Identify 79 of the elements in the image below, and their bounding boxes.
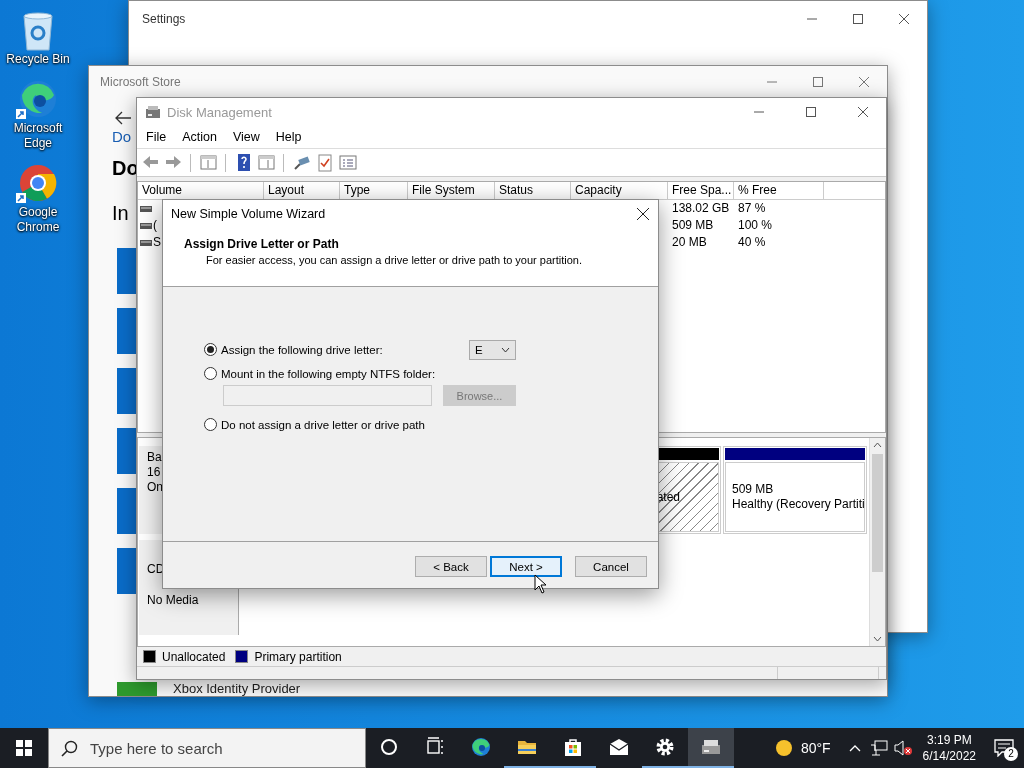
drive-letter-dropdown[interactable]: E [469, 339, 516, 360]
legend-label: Primary partition [254, 649, 342, 664]
dialog-button[interactable]: Cancel [575, 556, 647, 577]
partition-block[interactable]: 509 MB Healthy (Recovery Partiti [723, 446, 867, 534]
column-header[interactable]: % Free [734, 182, 824, 199]
radio-button[interactable] [204, 343, 217, 356]
envelope-icon [609, 737, 629, 757]
partition-text: Healthy (Recovery Partiti [732, 497, 864, 512]
disk-label: No Media [147, 593, 199, 607]
sun-icon [774, 739, 793, 757]
link[interactable]: Do [112, 128, 132, 145]
menu-item[interactable]: Action [174, 130, 225, 144]
window-title: Settings [142, 11, 187, 26]
search-icon [61, 739, 78, 757]
windows-logo-icon [16, 740, 32, 756]
option-label[interactable]: Assign the following drive letter: [221, 343, 383, 356]
scroll-thumb[interactable] [872, 454, 883, 572]
maximize-icon [853, 13, 863, 24]
search-field[interactable]: Type here to search [48, 728, 366, 768]
app-icon [117, 682, 157, 696]
radio-button[interactable] [204, 418, 217, 431]
desktop-icon-label[interactable]: Recycle Bin [6, 52, 70, 67]
folder-path-field[interactable] [223, 385, 432, 406]
speech-bubble-icon [994, 739, 1014, 757]
notification-badge: 2 [1004, 747, 1018, 761]
table-cell: ( [153, 217, 157, 234]
scroll-up-icon[interactable] [873, 442, 882, 448]
close-icon [858, 107, 868, 117]
menu-item[interactable]: View [224, 130, 268, 144]
task-view-icon [425, 737, 445, 757]
maximize-icon [806, 107, 816, 117]
table-cell: 20 MB [672, 234, 707, 251]
legend-label: Unallocated [162, 649, 226, 664]
disk-drive-icon [145, 104, 161, 120]
disk-drive-icon [701, 737, 721, 757]
chevron-down-icon [501, 346, 510, 353]
disk-label: 16 [147, 465, 161, 479]
dialog-title: New Simple Volume Wizard [171, 206, 327, 221]
dialog-button[interactable]: Next > [490, 556, 562, 577]
maximize-icon [813, 77, 823, 87]
scroll-down-icon[interactable] [873, 636, 882, 642]
partition-text: 509 MB [732, 482, 775, 497]
close-icon [637, 207, 649, 220]
table-cell: S [153, 234, 161, 251]
taskbar-button[interactable] [688, 728, 734, 768]
wizard-description: For easier access, you can assign a drive letter or drive path to your partition. [206, 254, 583, 266]
network-icon[interactable] [869, 740, 888, 756]
table-cell: 138.02 GB [672, 200, 730, 217]
circle-icon [379, 737, 399, 757]
volume-muted-icon[interactable] [893, 740, 912, 756]
cursor-icon [534, 574, 547, 594]
browser-icon [471, 737, 491, 757]
option-label[interactable]: Do not assign a drive letter or drive path [221, 418, 425, 431]
window-title: Disk Management [167, 104, 273, 120]
weather-button[interactable]: 80°F [762, 728, 843, 768]
wizard-heading: Assign Drive Letter or Path [184, 237, 340, 251]
column-header[interactable]: Free Spa... [668, 182, 734, 199]
section-heading: In [112, 202, 129, 225]
close-icon [899, 13, 909, 24]
chevron-up-icon[interactable] [848, 744, 861, 752]
desktop-icon-label[interactable]: Google Chrome [6, 205, 70, 235]
close-icon [859, 77, 869, 87]
table-cell: 40 % [738, 234, 766, 251]
table-cell: 509 MB [672, 217, 714, 234]
shopping-bag-icon [563, 737, 583, 757]
clock[interactable]: 3:19 PM 6/14/2022 [914, 728, 984, 768]
disk-label: Ba [147, 450, 162, 464]
scrollbar[interactable] [869, 438, 885, 646]
settings-icon [655, 737, 675, 757]
notification-button[interactable]: 2 [984, 728, 1024, 768]
dialog-button[interactable]: < Back [415, 556, 487, 577]
table-cell: 87 % [738, 200, 766, 217]
disk-label: On [147, 480, 163, 494]
list-item-text[interactable]: Xbox Identity Provider [173, 682, 301, 696]
window-title: Microsoft Store [100, 75, 182, 89]
desktop-icon-label[interactable]: Microsoft Edge [6, 121, 70, 151]
menu-item[interactable]: File [138, 130, 175, 144]
table-cell: 100 % [738, 217, 773, 234]
menu-item[interactable]: Help [267, 130, 310, 144]
